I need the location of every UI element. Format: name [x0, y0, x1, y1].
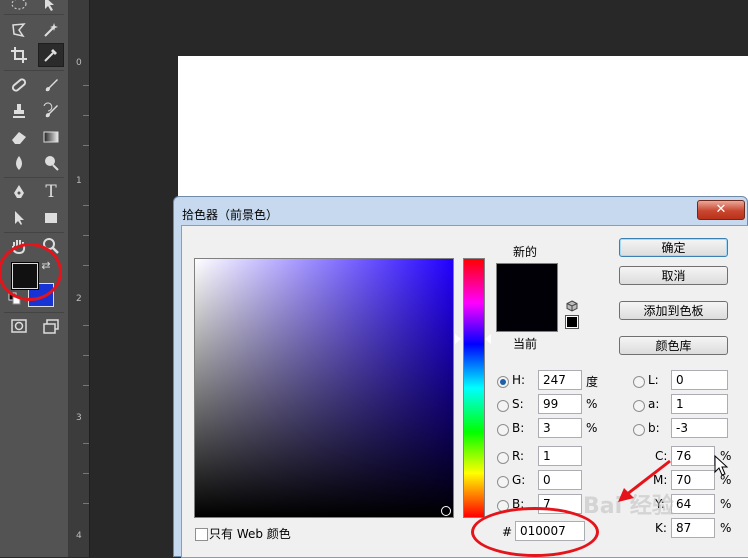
saturation-radio[interactable] [497, 400, 509, 412]
b-channel-label: b: [648, 421, 660, 435]
current-color-label: 当前 [513, 337, 538, 351]
hue-slider-left-arrow[interactable] [455, 334, 461, 344]
ruler-mark: 0 [76, 58, 82, 68]
web-colors-only-checkbox[interactable] [195, 528, 208, 541]
black-field[interactable]: 87 [671, 518, 715, 538]
pen-tool-icon[interactable] [6, 180, 32, 204]
lightness-radio[interactable] [633, 376, 645, 388]
eyedropper-tool-icon[interactable] [38, 43, 64, 67]
shape-tool-icon[interactable] [38, 206, 64, 230]
history-brush-tool-icon[interactable] [38, 99, 64, 123]
vertical-ruler: 0 1 2 3 4 [69, 0, 90, 557]
dialog-title: 拾色器（前景色） [182, 208, 279, 222]
ruler-mark: 2 [76, 294, 82, 304]
lasso-tool-icon[interactable] [6, 18, 32, 42]
green-radio[interactable] [497, 476, 509, 488]
eraser-tool-icon[interactable] [6, 125, 32, 149]
healing-brush-tool-icon[interactable] [6, 73, 32, 97]
red-field[interactable]: 1 [538, 446, 582, 466]
hue-slider-right-arrow[interactable] [485, 334, 491, 344]
new-color-label: 新的 [513, 245, 538, 259]
color-libraries-button[interactable]: 颜色库 [619, 336, 728, 355]
a-channel-field[interactable]: 1 [671, 394, 728, 414]
annotation-arrow-icon [618, 459, 671, 502]
saturation-label: S: [512, 397, 524, 411]
tools-panel: T ⇄ [0, 0, 69, 557]
path-selection-tool-icon[interactable] [6, 206, 32, 230]
saturation-brightness-field[interactable] [194, 258, 454, 518]
green-label: G: [512, 473, 526, 487]
clone-stamp-tool-icon[interactable] [6, 99, 32, 123]
saturation-field[interactable]: 99 [538, 394, 582, 414]
ok-button[interactable]: 确定 [619, 238, 728, 257]
gradient-tool-icon[interactable] [38, 125, 64, 149]
type-tool-icon[interactable]: T [38, 180, 64, 204]
b-channel-field[interactable]: -3 [671, 418, 728, 438]
magic-wand-tool-icon[interactable] [38, 18, 64, 42]
crop-tool-icon[interactable] [6, 43, 32, 67]
annotation-circle-foreground [0, 243, 62, 301]
brightness-field[interactable]: 3 [538, 418, 582, 438]
brush-tool-icon[interactable] [38, 73, 64, 97]
b-channel-radio[interactable] [633, 424, 645, 436]
hue-label: H: [512, 373, 526, 387]
a-channel-label: a: [648, 397, 660, 411]
black-label: K: [655, 521, 667, 535]
add-to-swatches-button[interactable]: 添加到色板 [619, 301, 728, 320]
screen-mode-icon[interactable] [38, 314, 64, 338]
blur-tool-icon[interactable] [6, 151, 32, 175]
web-colors-only-label: 只有 Web 颜色 [209, 527, 291, 541]
hue-slider[interactable] [463, 258, 485, 518]
hue-radio[interactable] [497, 376, 509, 388]
dodge-tool-icon[interactable] [38, 151, 64, 175]
quick-mask-icon[interactable] [6, 314, 32, 338]
hue-field[interactable]: 247 [538, 370, 582, 390]
annotation-circle-hex [471, 507, 599, 557]
mouse-pointer-icon [714, 455, 729, 476]
lightness-field[interactable]: 0 [671, 370, 728, 390]
yellow-unit: % [720, 497, 732, 511]
black-unit: % [720, 521, 732, 535]
hue-unit: 度 [586, 375, 599, 389]
cancel-button[interactable]: 取消 [619, 266, 728, 285]
brightness-label: B: [512, 421, 525, 435]
new-color-swatch [496, 263, 558, 298]
out-of-gamut-cube-icon[interactable] [566, 300, 578, 312]
ruler-mark: 1 [76, 176, 82, 186]
a-channel-radio[interactable] [633, 400, 645, 412]
red-label: R: [512, 449, 525, 463]
brightness-unit: % [586, 421, 598, 435]
red-radio[interactable] [497, 452, 509, 464]
ruler-mark: 4 [76, 531, 82, 541]
lightness-label: L: [648, 373, 659, 387]
current-color-swatch[interactable] [496, 297, 558, 332]
green-field[interactable]: 0 [538, 470, 582, 490]
saturation-unit: % [586, 397, 598, 411]
close-button[interactable]: ✕ [697, 200, 745, 220]
ruler-mark: 3 [76, 413, 82, 423]
color-field-marker[interactable] [441, 506, 451, 516]
web-safe-swatch[interactable] [566, 316, 578, 328]
brightness-radio[interactable] [497, 424, 509, 436]
